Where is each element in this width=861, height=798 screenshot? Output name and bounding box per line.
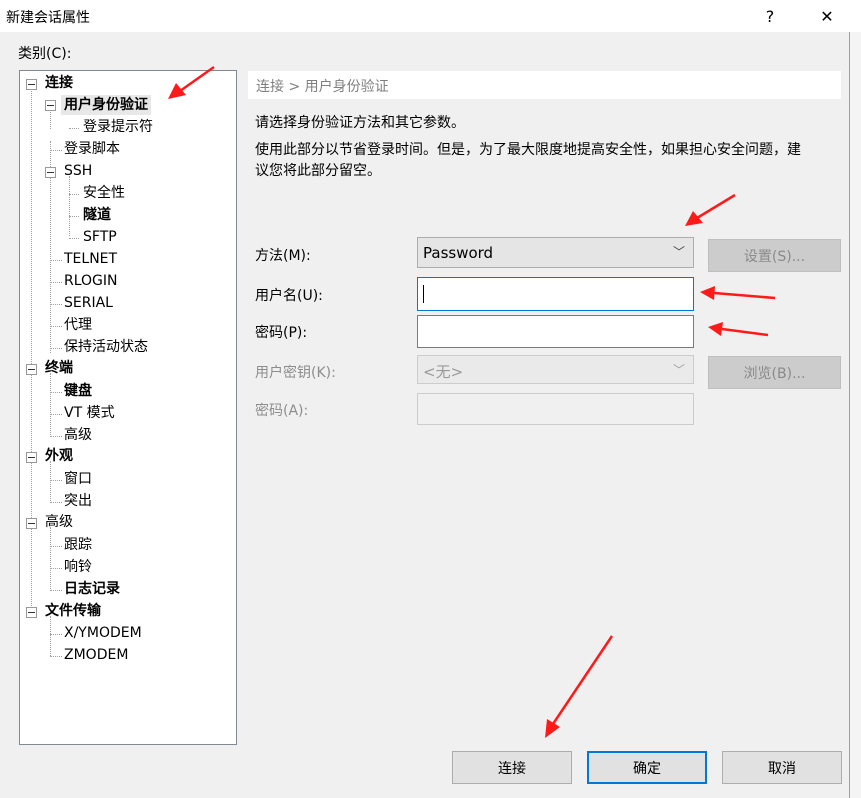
title-bar: 新建会话属性 ? ✕ bbox=[0, 0, 861, 32]
collapse-icon[interactable] bbox=[26, 452, 37, 463]
tree-item-login-prompt[interactable]: 登录提示符 bbox=[83, 117, 153, 137]
tree-line bbox=[50, 414, 62, 415]
method-dropdown[interactable]: Password ﹀ bbox=[417, 237, 694, 268]
tree-line bbox=[50, 282, 62, 283]
tree-item-tunnel[interactable]: 隧道 bbox=[83, 205, 111, 225]
chevron-down-icon: ﹀ bbox=[672, 245, 685, 259]
category-tree[interactable]: 连接 用户身份验证 登录提示符 登录脚本 SSH 安全性 隧道 SFTP TEL… bbox=[19, 70, 237, 745]
collapse-icon[interactable] bbox=[26, 607, 37, 618]
tree-item-highlight[interactable]: 突出 bbox=[64, 491, 92, 511]
tree-item-keyboard[interactable]: 键盘 bbox=[64, 381, 92, 401]
collapse-icon[interactable] bbox=[45, 100, 56, 111]
collapse-icon[interactable] bbox=[26, 518, 37, 529]
background-strip bbox=[850, 32, 861, 798]
tree-line bbox=[50, 373, 51, 435]
close-button[interactable]: ✕ bbox=[804, 0, 850, 32]
tree-line bbox=[50, 480, 62, 481]
tree-line bbox=[50, 590, 62, 591]
cancel-button[interactable]: 取消 bbox=[722, 751, 842, 784]
tree-line bbox=[50, 436, 62, 437]
tree-line bbox=[50, 568, 62, 569]
collapse-icon[interactable] bbox=[26, 364, 37, 375]
passphrase-label: 密码(A): bbox=[255, 403, 309, 419]
tree-item-rlogin[interactable]: RLOGIN bbox=[64, 271, 118, 291]
tree-item-advanced[interactable]: 高级 bbox=[45, 512, 73, 532]
userkey-value: <无> bbox=[423, 363, 464, 381]
section-header: 连接 > 用户身份验证 bbox=[248, 71, 841, 99]
window-title: 新建会话属性 bbox=[6, 10, 90, 26]
tree-line bbox=[50, 348, 62, 349]
tree-line bbox=[50, 150, 62, 151]
tree-item-appearance[interactable]: 外观 bbox=[45, 446, 73, 466]
tree-line bbox=[69, 238, 79, 239]
tree-item-proxy[interactable]: 代理 bbox=[64, 315, 92, 335]
intro-text: 请选择身份验证方法和其它参数。 bbox=[255, 115, 465, 131]
userkey-label: 用户密钥(K): bbox=[255, 365, 336, 381]
tree-item-trace[interactable]: 跟踪 bbox=[64, 535, 92, 555]
breadcrumb: 连接 > 用户身份验证 bbox=[256, 79, 389, 95]
method-value: Password bbox=[423, 244, 494, 262]
tree-item-bell[interactable]: 响铃 bbox=[64, 557, 92, 577]
tree-line bbox=[50, 109, 51, 129]
tree-line bbox=[50, 326, 62, 327]
category-label: 类别(C): bbox=[18, 46, 72, 62]
password-input[interactable] bbox=[417, 315, 694, 348]
tree-line bbox=[69, 194, 79, 195]
username-input[interactable] bbox=[417, 277, 694, 311]
tree-line bbox=[50, 634, 62, 635]
tree-item-terminal[interactable]: 终端 bbox=[45, 358, 73, 378]
close-icon: ✕ bbox=[820, 6, 834, 26]
tree-line bbox=[31, 88, 32, 612]
tree-item-ssh[interactable]: SSH bbox=[64, 161, 92, 181]
tree-item-vt-mode[interactable]: VT 模式 bbox=[64, 403, 115, 423]
tree-item-login-script[interactable]: 登录脚本 bbox=[64, 139, 120, 159]
tree-item-logging[interactable]: 日志记录 bbox=[64, 579, 120, 599]
tree-item-terminal-advanced[interactable]: 高级 bbox=[64, 425, 92, 445]
note-text-line2: 议您将此部分留空。 bbox=[255, 163, 381, 179]
connect-button[interactable]: 连接 bbox=[452, 751, 572, 784]
password-label: 密码(P): bbox=[255, 325, 308, 341]
ok-button[interactable]: 确定 bbox=[587, 751, 707, 784]
help-button[interactable]: ? bbox=[747, 0, 793, 32]
tree-item-security[interactable]: 安全性 bbox=[83, 183, 125, 203]
tree-line bbox=[50, 461, 51, 501]
settings-button[interactable]: 设置(S)... bbox=[708, 239, 841, 272]
tree-item-keepalive[interactable]: 保持活动状态 bbox=[64, 337, 148, 357]
tree-line bbox=[69, 176, 70, 236]
tree-line bbox=[50, 527, 51, 589]
note-text-line1: 使用此部分以节省登录时间。但是，为了最大限度地提高安全性，如果担心安全问题，建 bbox=[255, 142, 801, 158]
tree-item-connection[interactable]: 连接 bbox=[45, 73, 73, 93]
tree-item-sftp[interactable]: SFTP bbox=[83, 227, 117, 247]
tree-item-window[interactable]: 窗口 bbox=[64, 469, 92, 489]
chevron-down-icon: ﹀ bbox=[672, 363, 685, 377]
passphrase-input[interactable] bbox=[417, 393, 694, 425]
method-label: 方法(M): bbox=[255, 248, 311, 264]
userkey-dropdown[interactable]: <无> ﹀ bbox=[417, 355, 694, 384]
tree-line bbox=[69, 128, 79, 129]
tree-line bbox=[50, 656, 62, 657]
text-caret bbox=[423, 285, 424, 303]
tree-line bbox=[50, 392, 62, 393]
tree-item-file-transfer[interactable]: 文件传输 bbox=[45, 601, 101, 621]
tree-item-xymodem[interactable]: X/YMODEM bbox=[64, 623, 142, 643]
collapse-icon[interactable] bbox=[45, 167, 56, 178]
collapse-icon[interactable] bbox=[26, 79, 37, 90]
tree-item-telnet[interactable]: TELNET bbox=[64, 249, 117, 269]
tree-line bbox=[50, 546, 62, 547]
username-label: 用户名(U): bbox=[255, 288, 323, 304]
tree-line bbox=[50, 502, 62, 503]
help-icon: ? bbox=[765, 6, 775, 26]
tree-line bbox=[50, 260, 62, 261]
tree-line bbox=[50, 304, 62, 305]
tree-item-zmodem[interactable]: ZMODEM bbox=[64, 645, 128, 665]
tree-line bbox=[69, 216, 79, 217]
tree-line bbox=[50, 616, 51, 656]
tree-item-user-auth[interactable]: 用户身份验证 bbox=[61, 95, 151, 115]
tree-item-serial[interactable]: SERIAL bbox=[64, 293, 113, 313]
browse-button[interactable]: 浏览(B)... bbox=[708, 356, 841, 389]
